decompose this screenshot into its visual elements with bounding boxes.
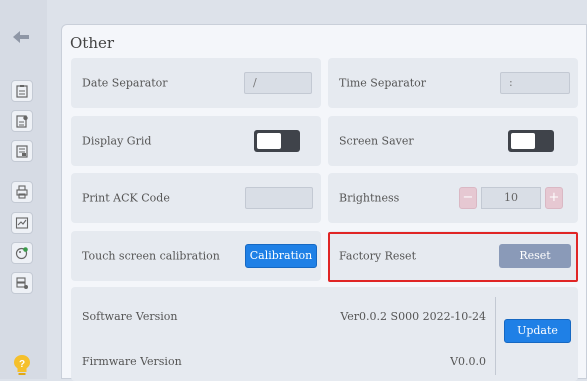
- clipboard-icon: [16, 85, 28, 98]
- print-ack-input[interactable]: [245, 187, 313, 209]
- factory-reset-highlight: [328, 232, 578, 282]
- brightness-label: Brightness: [339, 191, 400, 205]
- sidebar-item-clipboard[interactable]: [11, 80, 33, 102]
- settings-doc-icon: [16, 115, 28, 128]
- sidebar-item-palette[interactable]: [11, 242, 33, 264]
- time-separator-card: Time Separator :: [328, 58, 578, 108]
- toggle-knob: [257, 133, 281, 149]
- printer-icon: [16, 185, 28, 199]
- list-doc-icon: [16, 145, 28, 158]
- brightness-card: Brightness − 10 +: [328, 173, 578, 223]
- time-separator-label: Time Separator: [339, 76, 427, 90]
- brightness-value[interactable]: 10: [481, 187, 541, 209]
- touch-calibration-label: Touch screen calibration: [82, 249, 220, 263]
- brightness-increase-button[interactable]: +: [545, 187, 563, 209]
- time-separator-input[interactable]: :: [500, 72, 570, 94]
- svg-text:?: ?: [19, 359, 25, 370]
- update-button[interactable]: Update: [504, 319, 571, 343]
- print-ack-card: Print ACK Code: [71, 173, 321, 223]
- back-button[interactable]: [6, 22, 36, 52]
- sidebar-item-chart[interactable]: [11, 212, 33, 234]
- sidebar-item-printer[interactable]: [11, 181, 33, 203]
- firmware-version-value: V0.0.0: [450, 355, 486, 368]
- date-separator-input[interactable]: /: [244, 72, 312, 94]
- print-ack-label: Print ACK Code: [82, 191, 170, 205]
- database-icon: [16, 277, 28, 289]
- screen-saver-card: Screen Saver: [328, 116, 578, 166]
- sidebar-item-settings-doc[interactable]: [11, 110, 33, 132]
- sidebar-item-database[interactable]: [11, 272, 33, 294]
- help-button[interactable]: ?: [12, 354, 32, 376]
- calibration-button[interactable]: Calibration: [245, 244, 317, 268]
- sidebar-item-list-doc[interactable]: [11, 140, 33, 162]
- toggle-knob: [511, 133, 535, 149]
- display-grid-card: Display Grid: [71, 116, 321, 166]
- back-arrow-icon: [13, 31, 29, 43]
- help-icon: ?: [14, 355, 30, 375]
- screen-saver-toggle[interactable]: [508, 130, 554, 152]
- chart-icon: [15, 217, 29, 229]
- touch-calibration-card: Touch screen calibration Calibration: [71, 231, 321, 281]
- software-version-value: Ver0.0.2 S000 2022-10-24: [340, 310, 486, 323]
- panel-title: Other: [70, 34, 115, 52]
- version-card: Software Version Ver0.0.2 S000 2022-10-2…: [71, 287, 578, 381]
- display-grid-toggle[interactable]: [254, 130, 300, 152]
- software-version-label: Software Version: [82, 310, 178, 323]
- palette-icon: [15, 247, 28, 260]
- display-grid-label: Display Grid: [82, 134, 152, 148]
- date-separator-card: Date Separator /: [71, 58, 321, 108]
- settings-panel: Other Date Separator / Time Separator : …: [61, 24, 587, 381]
- date-separator-label: Date Separator: [82, 76, 168, 90]
- version-divider: [495, 297, 496, 375]
- screen-saver-label: Screen Saver: [339, 134, 414, 148]
- brightness-stepper: − 10 +: [459, 187, 563, 209]
- firmware-version-label: Firmware Version: [82, 355, 182, 368]
- brightness-decrease-button[interactable]: −: [459, 187, 477, 209]
- sidebar: ?: [0, 0, 47, 379]
